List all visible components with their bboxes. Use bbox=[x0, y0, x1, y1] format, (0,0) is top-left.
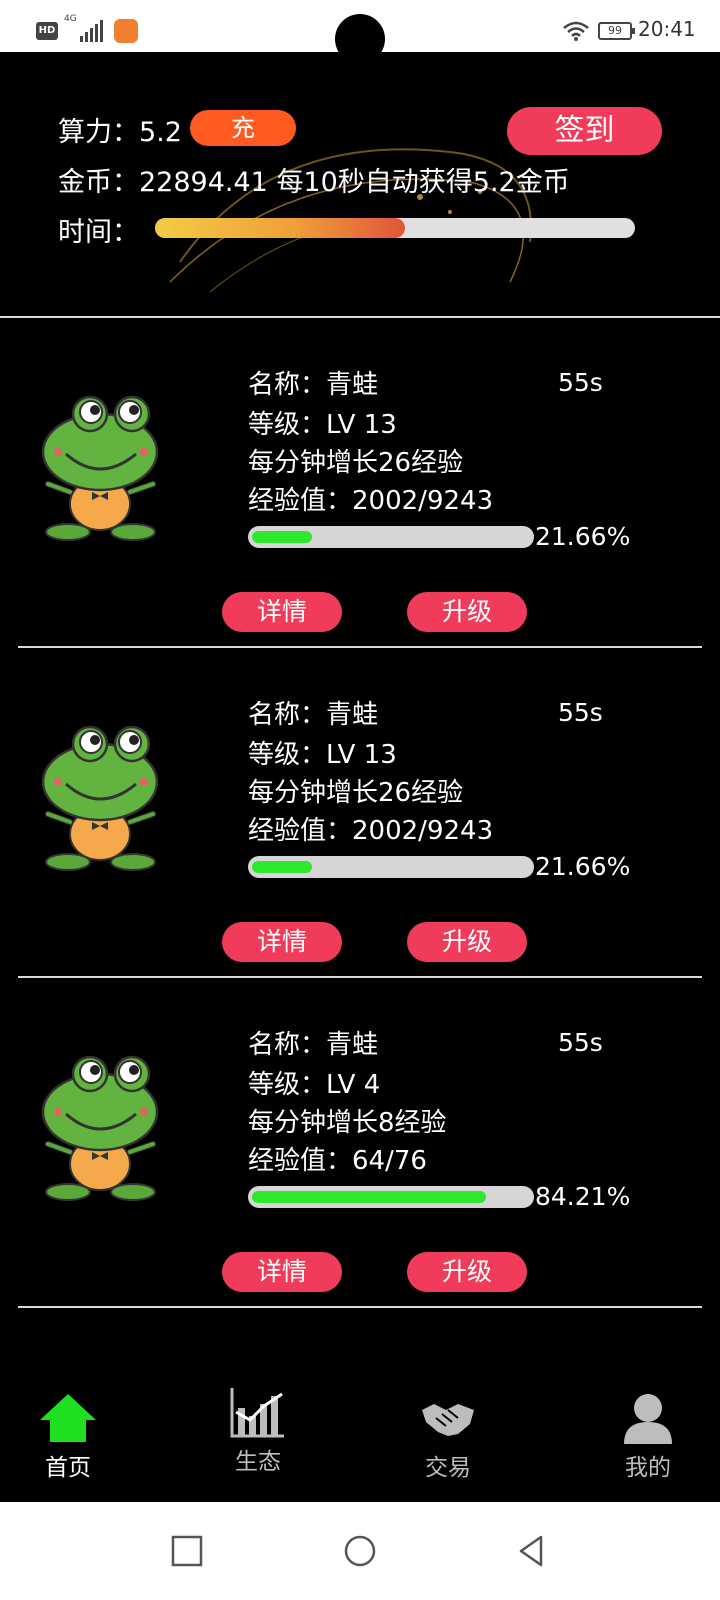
pet-exp-row: 经验值：64/76 bbox=[248, 1140, 427, 1177]
upgrade-button[interactable]: 升级 bbox=[407, 1252, 527, 1292]
pet-name: 青蛙 bbox=[326, 370, 379, 400]
pet-level-label: 等级： bbox=[248, 1070, 327, 1100]
pet-level: LV 4 bbox=[326, 1070, 381, 1100]
pet-exp-value: 2002/9243 bbox=[352, 486, 494, 516]
stats-header: 算力：5.2 充 签到 金币：22894.41 每10秒自动获得5.2金币 时间… bbox=[0, 52, 720, 322]
upgrade-button[interactable]: 升级 bbox=[407, 592, 527, 632]
exp-percent: 21.66% bbox=[535, 852, 631, 881]
network-type: 4G bbox=[64, 14, 77, 24]
nav-home[interactable]: 首页 bbox=[8, 1392, 128, 1492]
handshake-icon bbox=[422, 1404, 474, 1436]
nav-trade[interactable]: 交易 bbox=[388, 1392, 508, 1492]
wifi-icon bbox=[563, 21, 589, 41]
pet-name: 青蛙 bbox=[326, 1030, 379, 1060]
home-icon bbox=[40, 1394, 96, 1442]
nav-trade-label: 交易 bbox=[425, 1455, 471, 1481]
signal-icon bbox=[80, 20, 104, 42]
pet-timer: 55s bbox=[558, 1028, 603, 1057]
pet-level: LV 13 bbox=[326, 740, 397, 770]
clock: 20:41 bbox=[638, 17, 696, 41]
pet-exp-row: 经验值：2002/9243 bbox=[248, 810, 493, 847]
pet-exp-value: 2002/9243 bbox=[352, 816, 494, 846]
pet-name-label: 名称： bbox=[248, 700, 327, 730]
hd-icon: HD bbox=[36, 22, 58, 40]
pet-card: 名称：青蛙 55s 等级：LV 13 每分钟增长26经验 经验值：2002/92… bbox=[0, 650, 720, 986]
status-bar: HD 4G 99 20:41 bbox=[0, 0, 720, 64]
pet-growth-rate: 每分钟增长8经验 bbox=[248, 1108, 447, 1138]
recent-apps-icon[interactable] bbox=[170, 1534, 204, 1568]
pet-growth-rate: 每分钟增长26经验 bbox=[248, 778, 464, 808]
home-circle-icon[interactable] bbox=[343, 1534, 377, 1568]
exp-percent: 21.66% bbox=[535, 522, 631, 551]
exp-percent: 84.21% bbox=[535, 1182, 631, 1211]
time-progress-bar bbox=[155, 218, 635, 238]
pet-exp-label: 经验值： bbox=[248, 816, 353, 846]
frog-avatar bbox=[38, 1052, 168, 1202]
pet-level-row: 等级：LV 4 bbox=[248, 1064, 380, 1101]
pet-timer: 55s bbox=[558, 698, 603, 727]
back-icon[interactable] bbox=[515, 1534, 549, 1568]
power-row: 算力：5.2 bbox=[58, 110, 182, 149]
charge-button[interactable]: 充 bbox=[190, 110, 296, 146]
frog-avatar bbox=[38, 392, 168, 542]
battery-icon: 99 bbox=[598, 22, 635, 40]
pet-level-row: 等级：LV 13 bbox=[248, 734, 397, 771]
pet-exp-value: 64/76 bbox=[352, 1146, 427, 1176]
user-icon bbox=[624, 1394, 672, 1444]
pet-name-label: 名称： bbox=[248, 1030, 327, 1060]
detail-button[interactable]: 详情 bbox=[222, 922, 342, 962]
exp-progress-fill bbox=[252, 1191, 486, 1203]
signin-button[interactable]: 签到 bbox=[507, 107, 662, 155]
nav-ecology[interactable]: 生态 bbox=[198, 1386, 318, 1486]
frog-avatar bbox=[38, 722, 168, 872]
nav-home-label: 首页 bbox=[45, 1455, 91, 1481]
pet-name-label: 名称： bbox=[248, 370, 327, 400]
pet-timer: 55s bbox=[558, 368, 603, 397]
exp-progress-fill bbox=[252, 861, 312, 873]
upgrade-button[interactable]: 升级 bbox=[407, 922, 527, 962]
coins-label: 金币： bbox=[58, 167, 139, 198]
divider bbox=[18, 976, 702, 978]
exp-progress-bar bbox=[248, 1186, 534, 1208]
power-label: 算力： bbox=[58, 117, 139, 148]
detail-button[interactable]: 详情 bbox=[222, 1252, 342, 1292]
pet-exp-row: 经验值：2002/9243 bbox=[248, 480, 493, 517]
pet-name-row: 名称：青蛙 bbox=[248, 1024, 378, 1061]
pet-level-row: 等级：LV 13 bbox=[248, 404, 397, 441]
pet-name: 青蛙 bbox=[326, 700, 379, 730]
power-value: 5.2 bbox=[139, 117, 182, 148]
coins-row: 金币：22894.41 每10秒自动获得5.2金币 bbox=[58, 160, 570, 199]
pet-growth-rate: 每分钟增长26经验 bbox=[248, 448, 464, 478]
nav-ecology-label: 生态 bbox=[235, 1449, 281, 1475]
pet-name-row: 名称：青蛙 bbox=[248, 694, 378, 731]
coins-value: 22894.41 bbox=[139, 167, 268, 198]
pet-card: 名称：青蛙 55s 等级：LV 13 每分钟增长26经验 经验值：2002/92… bbox=[0, 320, 720, 656]
pet-name-row: 名称：青蛙 bbox=[248, 364, 378, 401]
detail-button[interactable]: 详情 bbox=[222, 592, 342, 632]
pet-card: 名称：青蛙 55s 等级：LV 4 每分钟增长8经验 经验值：64/76 84.… bbox=[0, 980, 720, 1316]
chart-icon bbox=[230, 1388, 284, 1438]
exp-progress-bar bbox=[248, 856, 534, 878]
divider bbox=[18, 646, 702, 648]
nav-mine-label: 我的 bbox=[625, 1455, 671, 1481]
coins-rate-text: 每10秒自动获得5.2金币 bbox=[276, 167, 570, 198]
pet-exp-label: 经验值： bbox=[248, 486, 353, 516]
divider bbox=[0, 316, 720, 318]
exp-progress-bar bbox=[248, 526, 534, 548]
time-progress-fill bbox=[155, 218, 405, 238]
nav-mine[interactable]: 我的 bbox=[588, 1392, 708, 1492]
time-label: 时间： bbox=[58, 217, 139, 248]
divider bbox=[18, 1306, 702, 1308]
app-notification-icon bbox=[114, 19, 138, 43]
pet-level-label: 等级： bbox=[248, 410, 327, 440]
exp-progress-fill bbox=[252, 531, 312, 543]
pet-exp-label: 经验值： bbox=[248, 1146, 353, 1176]
pet-level: LV 13 bbox=[326, 410, 397, 440]
system-navigation-bar bbox=[0, 1502, 720, 1600]
bottom-navigation: 首页 生态 交易 我的 bbox=[0, 1372, 720, 1502]
pet-level-label: 等级： bbox=[248, 740, 327, 770]
